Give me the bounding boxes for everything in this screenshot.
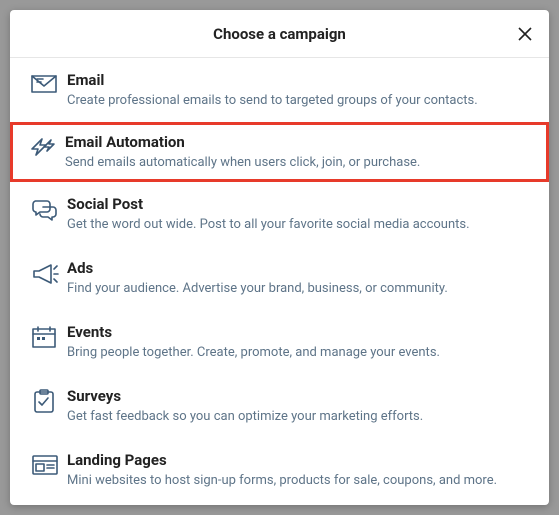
option-description: Mini websites to host sign-up forms, pro…	[67, 472, 528, 490]
option-text: SurveysGet fast feedback so you can opti…	[67, 387, 528, 425]
campaign-option-events[interactable]: EventsBring people together. Create, pro…	[10, 310, 549, 374]
option-description: Find your audience. Advertise your brand…	[67, 280, 528, 298]
campaign-option-email-automation[interactable]: Email AutomationSend emails automaticall…	[10, 122, 549, 182]
option-title: Landing Pages	[67, 451, 528, 471]
campaign-option-ads[interactable]: AdsFind your audience. Advertise your br…	[10, 246, 549, 310]
landing-icon	[31, 451, 67, 477]
option-title: Ads	[67, 259, 528, 279]
option-text: EventsBring people together. Create, pro…	[67, 323, 528, 361]
option-title: Email Automation	[65, 133, 530, 153]
campaign-option-social-post[interactable]: Social PostGet the word out wide. Post t…	[10, 182, 549, 246]
campaign-list: EmailCreate professional emails to send …	[10, 58, 549, 505]
email-icon	[31, 71, 67, 97]
option-description: Create professional emails to send to ta…	[67, 92, 528, 110]
option-text: AdsFind your audience. Advertise your br…	[67, 259, 528, 297]
campaign-option-email[interactable]: EmailCreate professional emails to send …	[10, 58, 549, 122]
option-title: Email	[67, 71, 528, 91]
modal-header: Choose a campaign	[10, 10, 549, 58]
modal-title: Choose a campaign	[213, 25, 346, 43]
campaign-option-surveys[interactable]: SurveysGet fast feedback so you can opti…	[10, 374, 549, 438]
campaign-option-websites[interactable]: WebsitesCreate and publish a slick, mobi…	[10, 502, 549, 505]
option-title: Surveys	[67, 387, 528, 407]
option-description: Get fast feedback so you can optimize yo…	[67, 408, 528, 426]
option-title: Social Post	[67, 195, 528, 215]
option-description: Bring people together. Create, promote, …	[67, 344, 528, 362]
ads-icon	[31, 259, 67, 285]
option-description: Get the word out wide. Post to all your …	[67, 216, 528, 234]
option-title: Events	[67, 323, 528, 343]
option-text: EmailCreate professional emails to send …	[67, 71, 528, 109]
option-text: Social PostGet the word out wide. Post t…	[67, 195, 528, 233]
close-button[interactable]	[513, 22, 537, 46]
events-icon	[31, 323, 67, 349]
close-icon	[517, 26, 533, 42]
campaign-option-landing-pages[interactable]: Landing PagesMini websites to host sign-…	[10, 438, 549, 502]
social-icon	[31, 195, 67, 221]
option-text: Landing PagesMini websites to host sign-…	[67, 451, 528, 489]
option-text: Email AutomationSend emails automaticall…	[65, 133, 530, 171]
choose-campaign-modal: Choose a campaign EmailCreate profession…	[10, 10, 549, 505]
surveys-icon	[31, 387, 67, 413]
option-description: Send emails automatically when users cli…	[65, 154, 530, 172]
automation-icon	[29, 133, 65, 159]
